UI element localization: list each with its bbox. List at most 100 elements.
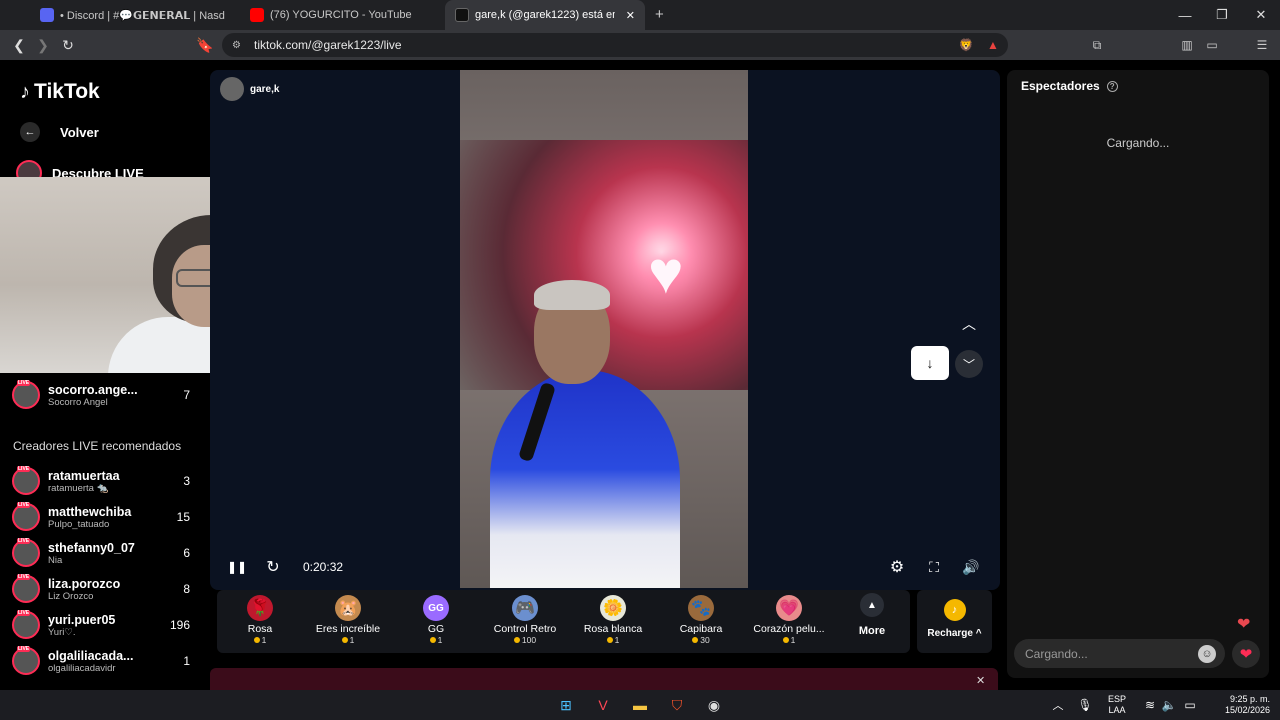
browser-tab-bar: • Discord | #💬𝗚𝗘𝗡𝗘𝗥𝗔𝗟 | Nasd (76) YOGURC… [0, 0, 1280, 30]
help-icon[interactable]: ? [1106, 80, 1118, 92]
live-video[interactable]: ♥ [460, 70, 748, 588]
coin-icon [782, 637, 789, 643]
sidebar-item-ratamuertaa[interactable]: LIVE ratamuertaa ratamuerta 🐀 3 [12, 466, 190, 496]
tab-tiktok[interactable]: gare,k (@garek1223) está em ✕ [445, 0, 645, 30]
clock-time: 9:25 p. m. [1229, 694, 1270, 704]
close-icon[interactable]: ✕ [976, 674, 985, 687]
wallet-icon[interactable]: ▭ [1203, 36, 1221, 54]
valorant-icon[interactable]: V [591, 693, 615, 717]
live-badge: LIVE [17, 380, 31, 386]
sidebar-item-socorro[interactable]: LIVE socorro.ange... Socorro Angel 7 [12, 380, 190, 410]
url-text: tiktok.com/@garek1223/live [254, 38, 402, 52]
like-button[interactable]: ❤ [1232, 640, 1260, 668]
heart-icon: ❤ [1237, 616, 1251, 633]
tiktok-favicon-icon [455, 8, 469, 22]
avatar: LIVE [12, 380, 40, 409]
menu-icon[interactable]: ☰ [1253, 36, 1271, 54]
pause-icon[interactable]: ❚❚ [227, 558, 247, 576]
sidebar-item-yuri[interactable]: LIVE yuri.puer05 Yuri♡. 196 [12, 610, 190, 640]
sidebar-item-liza[interactable]: LIVE liza.porozco Liz Orozco 8 [12, 574, 190, 604]
gift-item[interactable]: 💗 Corazón pelu... 1 [744, 595, 834, 645]
address-input[interactable]: ⚙ tiktok.com/@garek1223/live [222, 33, 1008, 57]
sidebar-item-matthewchiba[interactable]: LIVE matthewchiba Pulpo_tatuado 15 [12, 502, 190, 532]
brave-icon[interactable]: ⛉ [665, 693, 689, 717]
restore-icon[interactable]: ❐ [1203, 0, 1241, 30]
live-badge: LIVE [17, 502, 31, 508]
close-window-icon[interactable]: ✕ [1242, 0, 1280, 30]
close-tab-icon[interactable]: ✕ [626, 9, 635, 22]
creator-nickname: ratamuerta 🐀 [48, 482, 109, 494]
recharge-button[interactable]: ♪ Recharge ^ [917, 590, 992, 653]
obs-icon[interactable]: ◉ [702, 693, 726, 717]
gift-item[interactable]: 🐹 Eres increíble 1 [303, 595, 393, 645]
back-label: Volver [60, 124, 99, 140]
tiktok-logo[interactable]: ♪ TikTok [20, 80, 100, 104]
emoji-icon[interactable]: ☺ [1198, 645, 1216, 663]
fullscreen-icon[interactable]: ⛶ [924, 557, 944, 577]
tab-discord[interactable]: • Discord | #💬𝗚𝗘𝗡𝗘𝗥𝗔𝗟 | Nasd [30, 0, 230, 30]
clock[interactable]: 9:25 p. m. 15/02/2026 [1206, 690, 1270, 720]
creator-nickname: Nia [48, 554, 63, 566]
brave-rewards-icon[interactable]: ▲ [984, 36, 1002, 54]
forward-arrow-icon[interactable]: ❯ [30, 30, 56, 60]
gg-icon: GG [423, 595, 449, 621]
tiktok-note-icon: ♪ [20, 80, 30, 103]
more-label: More [858, 625, 886, 637]
settings-icon[interactable]: ⚙ [887, 557, 907, 577]
back-link[interactable]: ← Volver [20, 122, 99, 142]
fluffy-heart-icon: 💗 [776, 595, 802, 621]
site-info-icon[interactable]: ⚙ [232, 40, 241, 51]
gift-item[interactable]: 🐾 Capibara 30 [656, 595, 746, 645]
folder-icon[interactable]: ▬ [628, 693, 652, 717]
gift-item[interactable]: 🌹 Rosa 1 [215, 595, 305, 645]
gift-item[interactable]: 🌼 Rosa blanca 1 [568, 595, 658, 645]
coin-icon [341, 637, 348, 643]
tab-youtube[interactable]: (76) YOGURCITO - YouTube [240, 0, 440, 30]
host-info[interactable]: gare,k [220, 77, 279, 101]
viewer-count: 6 [183, 546, 190, 560]
rose-icon: 🌹 [247, 595, 273, 621]
coin-icon [513, 637, 520, 643]
back-arrow-icon[interactable]: ❮ [6, 30, 32, 60]
next-live-icon[interactable]: ﹀ [955, 350, 983, 378]
windows-start-icon[interactable]: ⊞ [554, 693, 578, 717]
creator-name: matthewchiba [48, 504, 132, 519]
sidebar-icon[interactable]: ▥ [1178, 36, 1196, 54]
new-tab-button[interactable]: + [655, 6, 664, 23]
gift-item[interactable]: GG GG 1 [391, 595, 481, 645]
reload-icon[interactable]: ↻ [55, 30, 81, 60]
gift-name: Control Retro [493, 623, 557, 635]
battery-icon[interactable]: ▭ [1178, 693, 1202, 717]
sidebar-item-olga[interactable]: LIVE olgaliliacada... olgaliliacadavidr 1 [12, 646, 190, 676]
more-gifts-button[interactable]: ▲ More [845, 593, 899, 637]
minimize-icon[interactable]: — [1166, 0, 1204, 30]
language-indicator[interactable]: ESP LAA [1104, 690, 1130, 720]
viewers-loading: Cargando... [1106, 136, 1170, 150]
stream-time: 0:20:32 [303, 560, 344, 574]
sidebar-item-sthefanny[interactable]: LIVE sthefanny0_07 Nia 6 [12, 538, 190, 568]
previous-live-icon[interactable]: ︿ [955, 310, 983, 338]
white-rose-icon: 🌼 [600, 595, 626, 621]
gift-item[interactable]: 🎮 Control Retro 100 [480, 595, 570, 645]
tab-label: • Discord | #💬𝗚𝗘𝗡𝗘𝗥𝗔𝗟 | Nasd [60, 9, 225, 22]
coin-icon: ♪ [943, 599, 966, 621]
avatar: LIVE [12, 610, 40, 639]
viewer-count: 196 [169, 618, 190, 632]
gift-price: 1 [744, 635, 834, 645]
extensions-icon[interactable]: ⧉ [1088, 36, 1106, 54]
creator-nickname: Yuri♡. [48, 626, 76, 638]
chat-input[interactable]: Cargando... [1014, 639, 1225, 668]
chevron-up-icon[interactable]: ︿ [1046, 693, 1070, 717]
discord-favicon-icon [40, 8, 54, 22]
download-icon[interactable]: ↓ [911, 346, 949, 380]
hamster-icon: 🐹 [335, 595, 361, 621]
refresh-icon[interactable]: ↻ [263, 557, 283, 577]
brave-shield-icon[interactable]: 🦁 [957, 36, 975, 54]
volume-icon[interactable]: 🔊 [961, 557, 981, 577]
bookmark-icon[interactable]: 🔖 [192, 30, 218, 60]
gift-price: 100 [480, 635, 570, 645]
gamepad-icon: 🎮 [512, 595, 538, 621]
microphone-icon[interactable]: 🎙 [1073, 693, 1097, 717]
host-name: gare,k [250, 83, 280, 95]
coin-icon [253, 637, 260, 643]
